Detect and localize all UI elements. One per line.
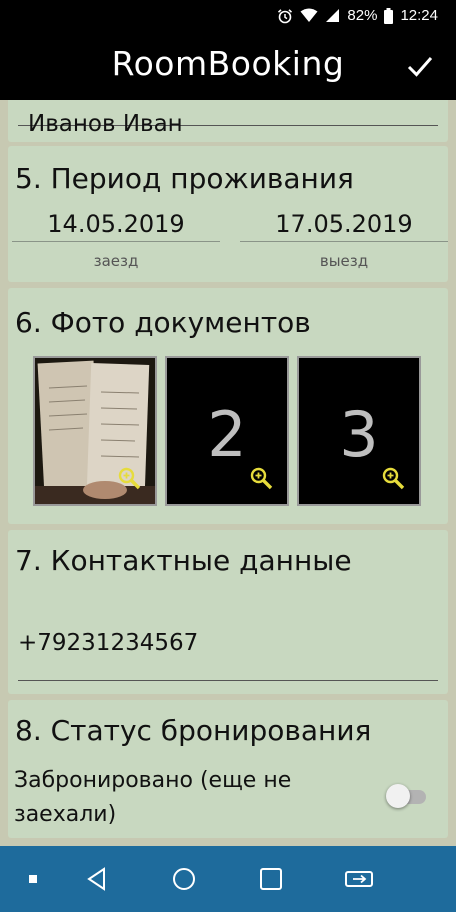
phone-underline [18, 680, 438, 681]
phone-input[interactable]: +79231234567 [18, 630, 198, 656]
stay-period-card: 5. Период проживания 14.05.2019 заезд 17… [8, 146, 448, 282]
booking-status-heading: 8. Статус бронирования [15, 714, 372, 747]
checkout-date: 17.05.2019 [240, 204, 448, 242]
contacts-heading: 7. Контактные данные [15, 544, 352, 577]
photo-slot-number: 3 [339, 398, 379, 471]
zoom-icon [118, 467, 141, 490]
rotate-screen-icon[interactable] [343, 866, 375, 892]
checkout-field[interactable]: 17.05.2019 выезд [240, 204, 448, 270]
zoom-icon [382, 467, 405, 490]
document-photo-1[interactable] [33, 356, 157, 506]
booking-status-card: 8. Статус бронирования Забронировано (ещ… [8, 700, 448, 838]
wifi-icon [300, 8, 318, 22]
app-bar: RoomBooking [0, 32, 456, 100]
document-photo-3[interactable]: 3 [297, 356, 421, 506]
photo-slot-number: 2 [207, 398, 247, 471]
contacts-card: 7. Контактные данные +79231234567 [8, 530, 448, 694]
recents-icon[interactable] [258, 866, 284, 892]
booking-status-label: Забронировано (еще не заехали) [14, 768, 292, 827]
app-title: RoomBooking [111, 44, 345, 83]
guest-name-card: Иванов Иван [8, 100, 448, 142]
navigation-bar [0, 846, 456, 912]
alarm-icon [278, 8, 293, 23]
document-photo-2[interactable]: 2 [165, 356, 289, 506]
back-icon[interactable] [84, 866, 110, 892]
documents-photo-card: 6. Фото документов 2 3 [8, 288, 448, 524]
home-icon[interactable] [171, 866, 197, 892]
status-bar: 82% 12:24 [0, 0, 456, 32]
guest-name-value: Иванов Иван [28, 111, 183, 137]
guest-name-field[interactable]: Иванов Иван [18, 111, 438, 137]
checkout-label: выезд [319, 252, 369, 270]
stay-period-heading: 5. Период проживания [15, 162, 354, 195]
toggle-knob [386, 784, 410, 808]
booking-form[interactable]: Иванов Иван 5. Период проживания 14.05.2… [0, 100, 456, 846]
signal-icon [326, 9, 340, 22]
documents-photo-heading: 6. Фото документов [15, 306, 311, 339]
booking-status-toggle[interactable] [386, 784, 430, 808]
zoom-icon [250, 467, 273, 490]
checkin-date: 14.05.2019 [12, 204, 220, 242]
dot-icon[interactable] [26, 866, 40, 892]
battery-level: 82% [347, 7, 378, 24]
checkin-field[interactable]: 14.05.2019 заезд [12, 204, 220, 270]
battery-icon [384, 7, 394, 24]
check-icon[interactable] [406, 52, 434, 80]
checkin-label: заезд [93, 252, 139, 270]
clock: 12:24 [400, 7, 438, 24]
